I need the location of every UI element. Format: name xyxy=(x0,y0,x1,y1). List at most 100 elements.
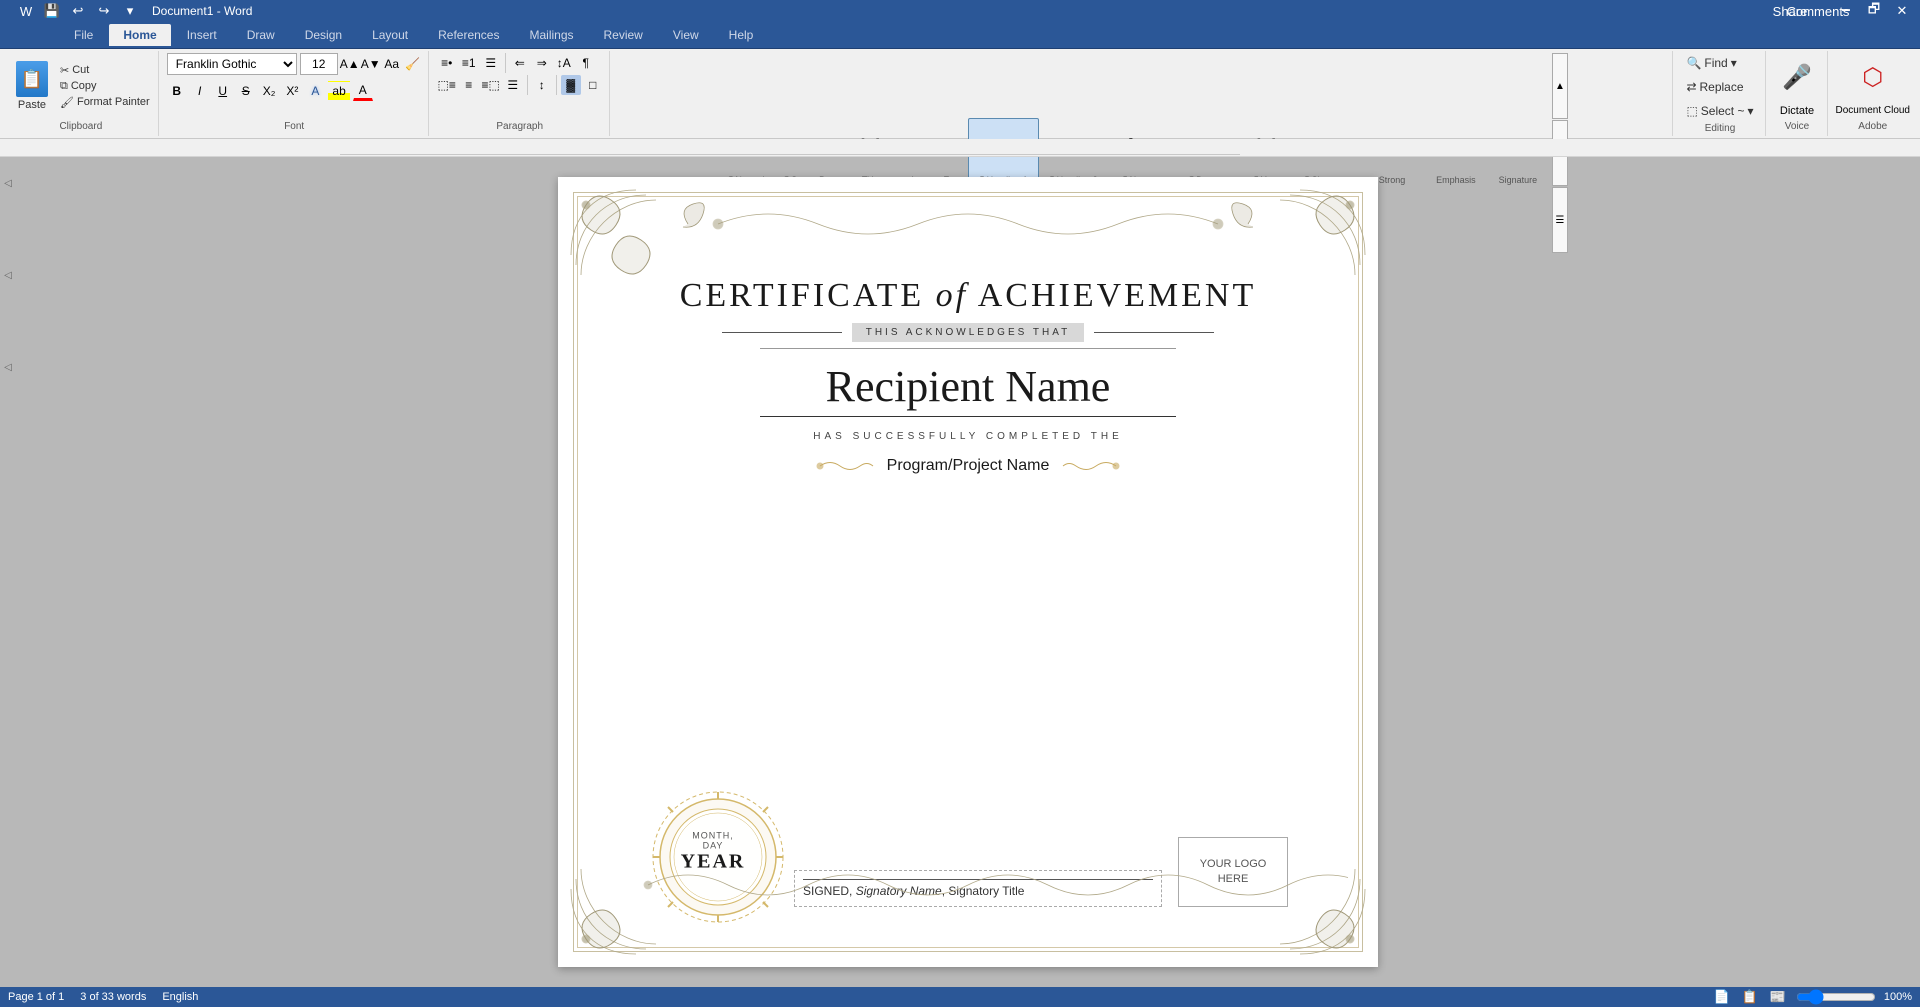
main-area: ◁ ◁ ◁ xyxy=(0,157,1920,987)
undo-button[interactable]: ↩ xyxy=(68,1,88,21)
cert-recipient: Recipient Name xyxy=(826,361,1111,412)
editing-label: Editing xyxy=(1705,121,1736,136)
tab-help[interactable]: Help xyxy=(715,24,768,46)
increase-indent-button[interactable]: ⇒ xyxy=(532,53,552,73)
bullets-button[interactable]: ≡• xyxy=(437,53,457,73)
font-color-button[interactable]: A xyxy=(353,81,373,101)
dictate-button[interactable]: 🎤 xyxy=(1779,53,1815,101)
sep2 xyxy=(527,75,528,95)
text-effects-button[interactable]: A xyxy=(305,81,325,101)
shading-button[interactable]: ▓ xyxy=(561,75,581,95)
font-name-select[interactable]: Franklin Gothic xyxy=(167,53,297,75)
cut-icon: ✂ xyxy=(60,64,69,77)
sort-button[interactable]: ↕A xyxy=(554,53,574,73)
tab-file[interactable]: File xyxy=(60,24,107,46)
cert-thin-line1 xyxy=(760,348,1176,349)
subscript-button[interactable]: X₂ xyxy=(259,81,280,101)
collapse-arrow-bot[interactable]: ◁ xyxy=(2,361,14,373)
format-painter-label: Format Painter xyxy=(77,96,150,108)
ribbon-tabs: File Home Insert Draw Design Layout Refe… xyxy=(0,22,1920,48)
tab-draw[interactable]: Draw xyxy=(233,24,289,46)
cert-line-left xyxy=(722,332,842,333)
minimize-button[interactable]: 🗕 xyxy=(1836,1,1856,21)
tab-insert[interactable]: Insert xyxy=(173,24,231,46)
find-button[interactable]: 🔍 Find ▾ xyxy=(1681,53,1741,73)
align-center-button[interactable]: ≡ xyxy=(459,75,479,95)
font-decrease-button[interactable]: A▼ xyxy=(362,55,380,73)
cert-title-text: CERTIFICATE xyxy=(680,277,924,314)
document-title: Document1 - Word xyxy=(152,4,252,18)
bold-button[interactable]: B xyxy=(167,81,187,101)
styles-scroll-up[interactable]: ▲ xyxy=(1552,53,1568,119)
cert-completed: HAS SUCCESSFULLY COMPLETED THE xyxy=(813,431,1123,442)
word-icon-button[interactable]: W xyxy=(16,1,36,21)
collapse-arrow-top[interactable]: ◁ xyxy=(2,177,14,189)
voice-top: 🎤 Dictate xyxy=(1779,53,1815,119)
view-print-button[interactable]: 📄 xyxy=(1712,987,1732,1007)
tab-design[interactable]: Design xyxy=(291,24,356,46)
multilevel-button[interactable]: ☰ xyxy=(481,53,501,73)
editing-group: 🔍 Find ▾ ⇄ Replace ⬚ Select ~ ▾ Editing xyxy=(1675,51,1765,136)
comments-button[interactable]: Comments xyxy=(1808,1,1828,21)
ornament-left-svg xyxy=(815,456,875,476)
zoom-level: 100% xyxy=(1884,991,1912,1003)
tab-view[interactable]: View xyxy=(659,24,713,46)
superscript-button[interactable]: X² xyxy=(282,81,302,101)
clear-format-button[interactable]: 🧹 xyxy=(404,55,422,73)
save-button[interactable]: 💾 xyxy=(42,1,62,21)
paragraph-top: ≡• ≡1 ☰ ⇐ ⇒ ↕A ¶ ⬚≡ ≡ ≡⬚ ☰ ↕ ▓ □ xyxy=(437,53,603,119)
align-left-button[interactable]: ⬚≡ xyxy=(437,75,457,95)
tab-layout[interactable]: Layout xyxy=(358,24,422,46)
collapse-arrow-mid[interactable]: ◁ xyxy=(2,269,14,281)
borders-button[interactable]: □ xyxy=(583,75,603,95)
numbering-button[interactable]: ≡1 xyxy=(459,53,479,73)
clipboard-group: 📋 Paste ✂ Cut ⧉ Copy 🖌 Format Painter Cl… xyxy=(4,51,159,136)
view-web-button[interactable]: 📋 xyxy=(1740,987,1760,1007)
cut-button[interactable]: ✂ Cut xyxy=(58,63,152,78)
decrease-indent-button[interactable]: ⇐ xyxy=(510,53,530,73)
align-right-button[interactable]: ≡⬚ xyxy=(481,75,501,95)
bottom-swirl-svg xyxy=(588,855,1348,915)
font-top: Franklin Gothic A▲ A▼ Aa 🧹 B I U S X₂ X²… xyxy=(167,53,422,119)
strikethrough-button[interactable]: S xyxy=(236,81,256,101)
redo-button[interactable]: ↪ xyxy=(94,1,114,21)
close-button[interactable]: ✕ xyxy=(1892,1,1912,21)
line-spacing-button[interactable]: ↕ xyxy=(532,75,552,95)
replace-button[interactable]: ⇄ Replace xyxy=(1681,77,1748,97)
underline-button[interactable]: U xyxy=(213,81,233,101)
voice-label: Voice xyxy=(1785,119,1809,134)
styles-group: AaBbCc ¶ Normal AaBbCc ¶ Space B... AA T… xyxy=(612,51,1674,136)
para-row2: ⬚≡ ≡ ≡⬚ ☰ ↕ ▓ □ xyxy=(437,75,603,95)
select-button[interactable]: ⬚ Select ~ ▾ xyxy=(1681,101,1758,121)
zoom-slider[interactable] xyxy=(1796,989,1876,1005)
format-painter-button[interactable]: 🖌 Format Painter xyxy=(58,95,152,110)
find-label: Find xyxy=(1704,56,1727,70)
qa-dropdown-button[interactable]: ▾ xyxy=(120,1,140,21)
font-increase-button[interactable]: A▲ xyxy=(341,55,359,73)
tab-home[interactable]: Home xyxy=(109,24,170,46)
text-highlight-button[interactable]: ab xyxy=(328,81,349,101)
paste-button[interactable]: 📋 Paste xyxy=(10,59,54,113)
sep1 xyxy=(505,53,506,73)
adobe-button[interactable]: ⬡ xyxy=(1855,53,1891,101)
tab-review[interactable]: Review xyxy=(590,24,657,46)
restore-button[interactable]: 🗗 xyxy=(1864,1,1884,21)
cert-acknowledges-row: THIS ACKNOWLEDGES THAT xyxy=(722,323,1215,342)
adobe-group: ⬡ Document Cloud Adobe xyxy=(1830,51,1916,136)
font-size-input[interactable] xyxy=(300,53,338,75)
cut-label: Cut xyxy=(72,64,89,76)
font-group-label: Font xyxy=(284,119,304,134)
paragraph-label: Paragraph xyxy=(496,119,543,134)
copy-button[interactable]: ⧉ Copy xyxy=(58,79,152,94)
document-page[interactable]: CERTIFICATE of ACHIEVEMENT THIS ACKNOWLE… xyxy=(558,177,1378,967)
voice-group: 🎤 Dictate Voice xyxy=(1768,51,1828,136)
view-read-button[interactable]: 📰 xyxy=(1768,987,1788,1007)
change-case-button[interactable]: Aa xyxy=(383,55,401,73)
justify-button[interactable]: ☰ xyxy=(503,75,523,95)
adobe-label: Document Cloud xyxy=(1836,105,1910,116)
show-para-button[interactable]: ¶ xyxy=(576,53,596,73)
italic-button[interactable]: I xyxy=(190,81,210,101)
tab-references[interactable]: References xyxy=(424,24,513,46)
tab-mailings[interactable]: Mailings xyxy=(515,24,587,46)
copy-label: Copy xyxy=(71,80,97,92)
